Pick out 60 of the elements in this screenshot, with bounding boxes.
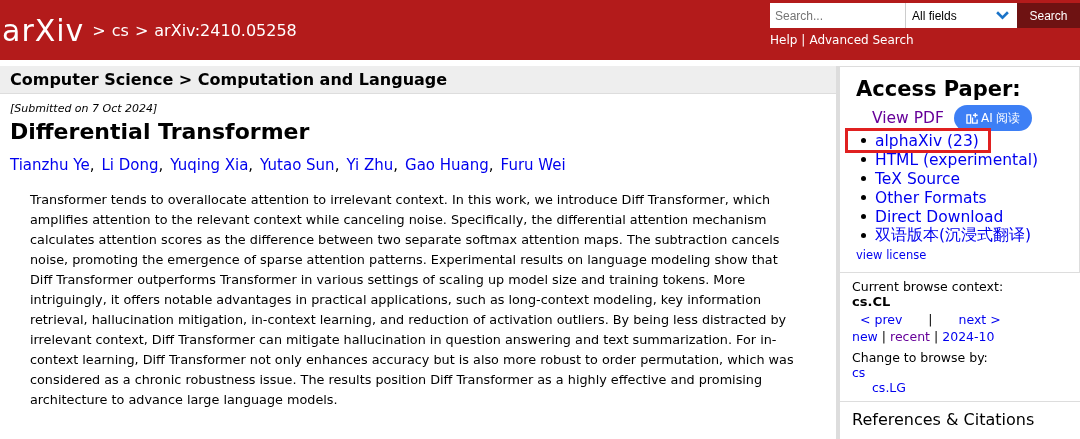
logo[interactable]: arXiv xyxy=(2,12,85,48)
bullet-icon xyxy=(861,233,866,238)
panel-heading: Access Paper: xyxy=(856,77,1022,101)
ai-read-button[interactable]: AI 阅读 xyxy=(953,105,1033,131)
link[interactable]: new xyxy=(852,329,878,344)
author-link[interactable]: Li Dong xyxy=(101,156,159,174)
format-link[interactable]: HTML (experimental) xyxy=(875,150,1038,169)
browse-label: Current browse context: xyxy=(852,279,1005,294)
format-link[interactable]: alphaXiv (23) xyxy=(875,131,979,150)
link[interactable]: arXiv:2410.05258 xyxy=(154,20,297,40)
license-link[interactable]: view license xyxy=(856,248,1079,262)
format-link[interactable]: 双语版本(沉浸式翻译) xyxy=(875,225,1032,246)
separator: | xyxy=(934,329,939,344)
chevron-down-icon xyxy=(996,11,1009,20)
browse-label: Change to browse by: xyxy=(852,350,989,365)
bullet-icon xyxy=(861,176,866,181)
separator: , xyxy=(488,156,494,174)
link[interactable]: Advanced Search xyxy=(809,33,914,47)
separator: > xyxy=(134,20,149,40)
author-link[interactable]: Yuqing Xia xyxy=(170,156,249,174)
bullet-icon xyxy=(861,138,866,143)
link[interactable]: cs xyxy=(111,20,129,40)
submission-date: [Submitted on 7 Oct 2024] xyxy=(10,102,159,115)
author-link[interactable]: Furu Wei xyxy=(500,156,566,174)
bullet-icon xyxy=(861,195,866,200)
separator: , xyxy=(158,156,164,174)
browse-context: cs.CL xyxy=(852,294,892,309)
separator: | xyxy=(801,33,806,47)
link[interactable]: next > xyxy=(958,312,1001,327)
link[interactable]: recent xyxy=(890,329,930,344)
separator: , xyxy=(89,156,95,174)
section-heading: References & Citations xyxy=(852,410,1036,429)
separator: , xyxy=(393,156,399,174)
pdf-link[interactable]: View PDF xyxy=(872,109,944,127)
format-link[interactable]: Direct Download xyxy=(875,207,1004,226)
format-link[interactable]: TeX Source xyxy=(875,169,961,188)
category-heading: Computer Science > Computation and Language xyxy=(0,66,836,94)
separator: , xyxy=(248,156,254,174)
book-sparkle-icon xyxy=(965,111,979,125)
author-link[interactable]: Yi Zhu xyxy=(346,156,394,174)
author-link[interactable]: Yutao Sun xyxy=(260,156,335,174)
category-link[interactable]: cs.LG xyxy=(872,380,906,395)
author-link[interactable]: Tianzhu Ye xyxy=(10,156,90,174)
separator: | xyxy=(881,329,887,344)
category-link[interactable]: cs xyxy=(852,365,866,380)
separator: , xyxy=(334,156,340,174)
search-button[interactable]: Search xyxy=(1017,3,1080,28)
separator: | xyxy=(928,312,933,327)
link[interactable]: Help xyxy=(770,33,798,47)
separator: > xyxy=(92,20,106,40)
author-link[interactable]: Gao Huang xyxy=(405,156,489,174)
link[interactable]: < prev xyxy=(860,312,903,327)
bullet-icon xyxy=(861,214,866,219)
paper-title: Differential Transformer xyxy=(10,119,311,144)
link[interactable]: 2024-10 xyxy=(942,329,995,344)
bullet-icon xyxy=(861,157,866,162)
field-dropdown[interactable]: All fields xyxy=(905,3,1017,28)
search-field[interactable]: Search... xyxy=(770,3,905,28)
abstract-text: Transformer tends to overallocate attention to irrelevant context. In this work, we introduce Diff Transformer, which amplifies attention to the relevant context while canceling noise. Specifically, the differential attention mechanism calculates attention scores as the difference between two separate softmax attention maps. The subtraction cancels noise, promoting the emergence of sparse attention patterns. Experimental results on language modeling show that Diff Transformer outperforms Transformer in various settings of scaling up model size and training tokens. More intriguingly, it offers notable advantages in practical applications, such as long-context modeling, key information retrieval, hallucination mitigation, in-context learning, and reduction of activation outliers. By being less distracted by irrelevant context, Diff Transformer can mitigate hallucination in question answering and text summarization. For in-context learning, Diff Transformer not only enhances accuracy but is also more robust to order permutation, which was considered as a chronic robustness issue. The results position Diff Transformer as a highly effective and promising architecture to advance large language models. xyxy=(29,191,795,409)
format-link[interactable]: Other Formats xyxy=(875,188,987,207)
